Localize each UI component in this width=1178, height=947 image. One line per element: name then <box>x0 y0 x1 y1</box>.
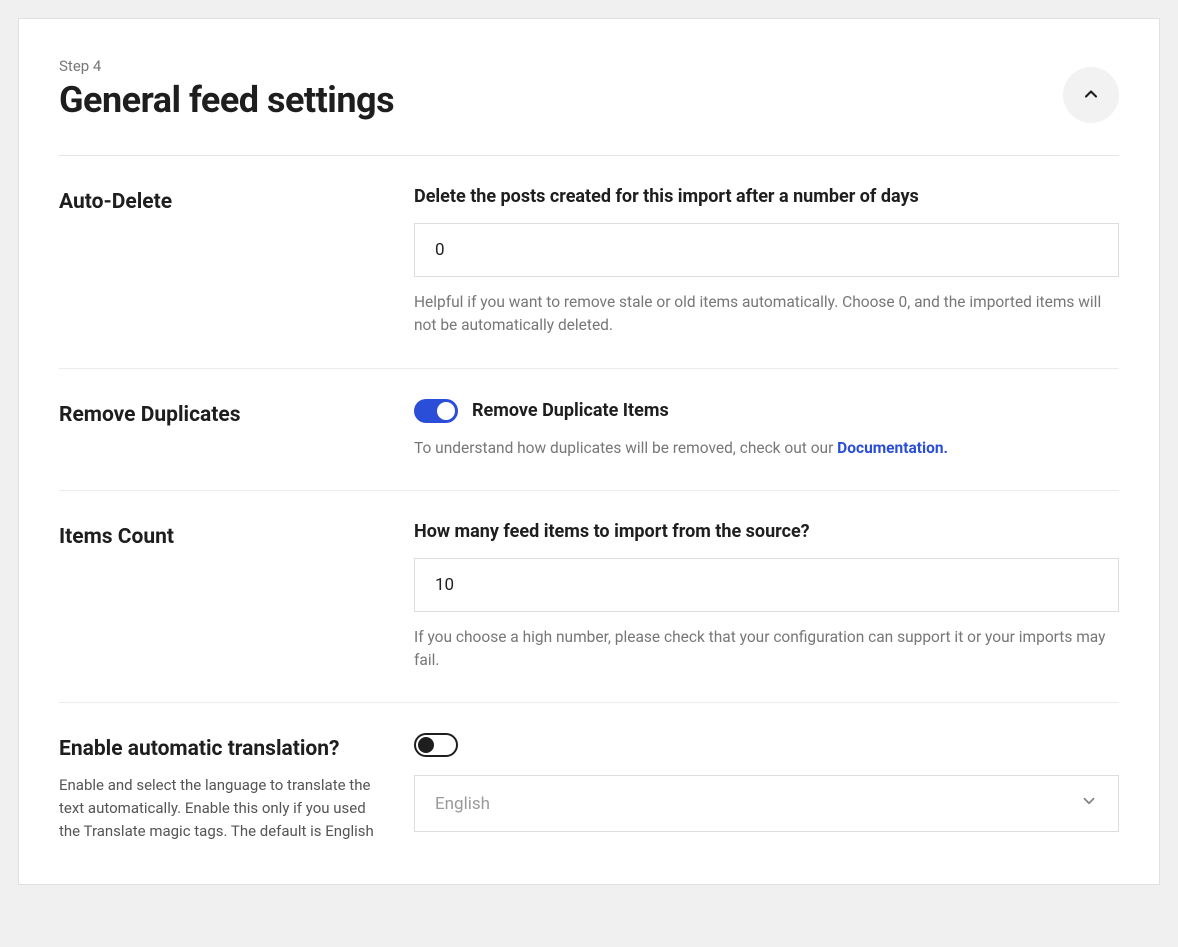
translation-toggle[interactable] <box>414 733 458 757</box>
remove-duplicates-label: Remove Duplicates <box>59 399 384 432</box>
remove-duplicates-toggle[interactable] <box>414 399 458 423</box>
remove-duplicates-toggle-label: Remove Duplicate Items <box>472 400 669 421</box>
panel-title: General feed settings <box>59 79 394 121</box>
toggle-row <box>414 733 1119 757</box>
setting-right: Delete the posts created for this import… <box>414 186 1119 338</box>
items-count-input[interactable] <box>414 558 1119 612</box>
toggle-knob <box>437 402 455 420</box>
step-label: Step 4 <box>59 57 394 75</box>
settings-panel: Step 4 General feed settings Auto-Delete… <box>18 18 1160 885</box>
setting-left: Items Count <box>59 521 414 673</box>
help-prefix: To understand how duplicates will be rem… <box>414 439 837 457</box>
auto-delete-help: Helpful if you want to remove stale or o… <box>414 291 1119 338</box>
setting-row-translation: Enable automatic translation? Enable and… <box>59 703 1119 843</box>
collapse-button[interactable] <box>1063 67 1119 123</box>
panel-header: Step 4 General feed settings <box>59 57 1119 156</box>
setting-left: Enable automatic translation? Enable and… <box>59 733 414 843</box>
items-count-label: Items Count <box>59 521 384 554</box>
items-count-help: If you choose a high number, please chec… <box>414 626 1119 673</box>
language-select-value: English <box>435 794 490 814</box>
setting-right: Remove Duplicate Items To understand how… <box>414 399 1119 460</box>
auto-delete-input[interactable] <box>414 223 1119 277</box>
setting-right: English <box>414 733 1119 843</box>
translation-sublabel: Enable and select the language to transl… <box>59 774 384 844</box>
documentation-link[interactable]: Documentation. <box>837 439 948 457</box>
setting-row-items-count: Items Count How many feed items to impor… <box>59 491 1119 704</box>
language-select[interactable]: English <box>414 775 1119 832</box>
auto-delete-label: Auto-Delete <box>59 186 384 219</box>
setting-row-remove-duplicates: Remove Duplicates Remove Duplicate Items… <box>59 369 1119 491</box>
toggle-row: Remove Duplicate Items <box>414 399 1119 423</box>
panel-header-text: Step 4 General feed settings <box>59 57 394 121</box>
setting-row-auto-delete: Auto-Delete Delete the posts created for… <box>59 156 1119 369</box>
setting-left: Auto-Delete <box>59 186 414 338</box>
auto-delete-heading: Delete the posts created for this import… <box>414 186 1119 207</box>
translation-label: Enable automatic translation? <box>59 733 384 766</box>
toggle-knob <box>418 737 434 753</box>
chevron-up-icon <box>1081 84 1101 107</box>
setting-right: How many feed items to import from the s… <box>414 521 1119 673</box>
items-count-heading: How many feed items to import from the s… <box>414 521 1119 542</box>
chevron-down-icon <box>1080 792 1098 815</box>
setting-left: Remove Duplicates <box>59 399 414 460</box>
remove-duplicates-help: To understand how duplicates will be rem… <box>414 437 1119 460</box>
language-select-wrap: English <box>414 775 1119 832</box>
